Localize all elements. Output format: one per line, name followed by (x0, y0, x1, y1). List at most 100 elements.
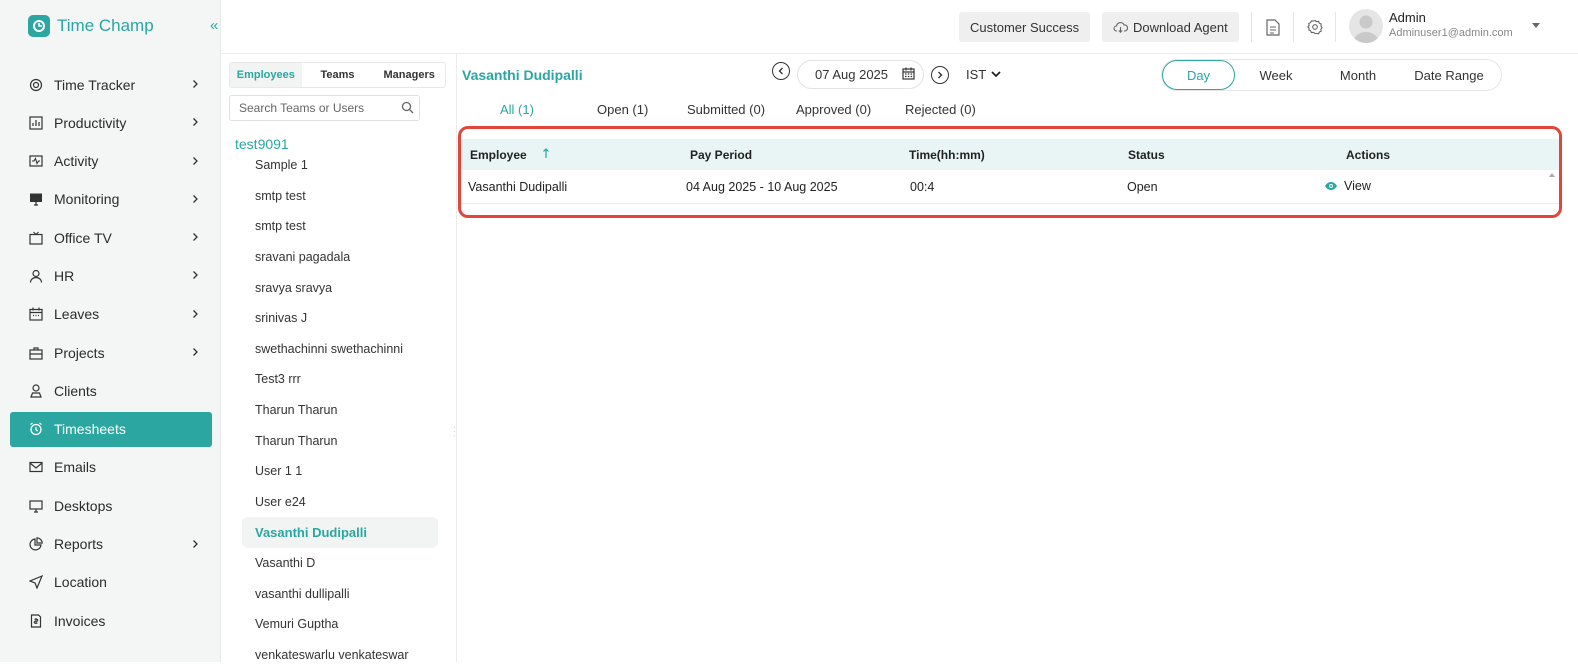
desktop-icon (29, 499, 43, 513)
list-item[interactable]: smtp test (242, 181, 438, 212)
column-header-time: Time(hh:mm) (909, 148, 985, 162)
range-month[interactable]: Month (1317, 60, 1399, 90)
mail-icon (29, 460, 43, 474)
sidebar-item-label: Reports (54, 536, 103, 552)
sidebar-item-productivity[interactable]: Productivity (10, 105, 212, 140)
user-email: Adminuser1@admin.com (1389, 27, 1513, 39)
list-item[interactable]: Test3 rrr (242, 364, 438, 395)
search-input[interactable] (229, 95, 420, 121)
chevron-right-icon (191, 538, 199, 550)
column-header-employee[interactable]: Employee (470, 148, 527, 162)
tab-employees[interactable]: Employees (230, 63, 302, 87)
list-item[interactable]: sravani pagadala (242, 242, 438, 273)
sidebar-item-projects[interactable]: Projects (10, 335, 212, 370)
table-row[interactable]: Vasanthi Dudipalli 04 Aug 2025 - 10 Aug … (461, 170, 1559, 204)
list-item[interactable]: Vasanthi D (242, 548, 438, 579)
sidebar-item-location[interactable]: Location (10, 565, 212, 600)
resize-handle[interactable]: ··· (453, 426, 457, 438)
list-item[interactable]: venkateswarlu venkateswar (242, 640, 438, 670)
list-item[interactable]: smtp test (242, 211, 438, 242)
list-item[interactable]: Sample 1 (242, 150, 438, 181)
alarm-icon (29, 422, 43, 436)
sidebar-item-label: Invoices (54, 613, 105, 629)
sidebar-item-clients[interactable]: Clients (10, 373, 212, 408)
customer-success-label: Customer Success (970, 20, 1079, 35)
page-title: Vasanthi Dudipalli (462, 67, 583, 83)
brand-logo[interactable]: Time Champ (28, 15, 154, 37)
collapse-sidebar-icon[interactable]: « (210, 17, 215, 34)
list-item[interactable]: User e24 (242, 487, 438, 518)
column-header-status: Status (1128, 148, 1165, 162)
scroll-up-icon[interactable] (1549, 173, 1555, 177)
employee-list: Sample 1smtp testsmtp testsravani pagada… (242, 150, 438, 670)
tab-teams[interactable]: Teams (302, 63, 374, 87)
time-tracker-icon (29, 78, 43, 92)
separator (1293, 12, 1294, 42)
sidebar-item-label: Activity (54, 153, 98, 169)
sidebar-item-leaves[interactable]: Leaves (10, 297, 212, 332)
chevron-right-icon (191, 193, 199, 205)
table-header: Employee Pay Period Time(hh:mm) Status A… (461, 139, 1559, 170)
next-date-button[interactable] (931, 66, 949, 84)
list-item[interactable]: swethachinni swethachinni (242, 334, 438, 365)
settings-gear-icon[interactable] (1302, 14, 1328, 40)
range-date-range[interactable]: Date Range (1399, 60, 1499, 90)
sidebar-item-timesheets[interactable]: Timesheets (10, 412, 212, 447)
sidebar-item-emails[interactable]: Emails (10, 450, 212, 485)
tab-open[interactable]: Open (1) (597, 102, 648, 117)
tab-managers[interactable]: Managers (373, 63, 445, 87)
sidebar-item-office-tv[interactable]: Office TV (10, 220, 212, 255)
sidebar-item-label: Time Tracker (54, 77, 135, 93)
tab-approved[interactable]: Approved (0) (796, 102, 871, 117)
download-agent-button[interactable]: Download Agent (1102, 12, 1239, 42)
sidebar-item-reports[interactable]: Reports (10, 527, 212, 562)
tab-all[interactable]: All (1) (500, 102, 534, 117)
cell-employee: Vasanthi Dudipalli (468, 180, 567, 194)
tab-submitted[interactable]: Submitted (0) (687, 102, 765, 117)
document-icon[interactable] (1260, 14, 1286, 40)
range-week[interactable]: Week (1235, 60, 1317, 90)
customer-success-button[interactable]: Customer Success (959, 12, 1090, 42)
sort-ascending-icon[interactable] (542, 147, 550, 159)
sidebar-item-label: Leaves (54, 306, 99, 322)
sidebar-item-hr[interactable]: HR (10, 258, 212, 293)
eye-icon (1324, 181, 1338, 191)
list-item[interactable]: User 1 1 (242, 456, 438, 487)
sidebar-item-monitoring[interactable]: Monitoring (10, 182, 212, 217)
cell-time: 00:4 (910, 180, 934, 194)
user-menu-caret-icon[interactable] (1532, 23, 1540, 28)
list-item[interactable]: Vasanthi Dudipalli (242, 517, 438, 548)
list-item[interactable]: Tharun Tharun (242, 395, 438, 426)
timezone-label: IST (966, 67, 986, 82)
list-item[interactable]: srinivas J (242, 303, 438, 334)
separator (1251, 12, 1252, 42)
sidebar-item-invoices[interactable]: Invoices (10, 603, 212, 638)
list-item[interactable]: Tharun Tharun (242, 425, 438, 456)
brand-name: Time Champ (57, 16, 154, 36)
list-item[interactable]: vasanthi dullipalli (242, 578, 438, 609)
range-day[interactable]: Day (1162, 60, 1235, 90)
view-label: View (1344, 179, 1371, 193)
tab-rejected[interactable]: Rejected (0) (905, 102, 976, 117)
timezone-dropdown[interactable]: IST (966, 67, 1001, 82)
sidebar-item-label: Projects (54, 345, 105, 361)
sidebar-item-desktops[interactable]: Desktops (10, 488, 212, 523)
column-header-actions: Actions (1346, 148, 1390, 162)
cell-pay-period: 04 Aug 2025 - 10 Aug 2025 (686, 180, 838, 194)
calendar-icon[interactable] (902, 67, 915, 80)
avatar[interactable] (1349, 9, 1383, 43)
panel-divider (456, 54, 457, 662)
list-item[interactable]: Vemuri Guptha (242, 609, 438, 640)
sidebar-item-label: HR (54, 268, 74, 284)
invoice-icon (29, 614, 43, 628)
sidebar-item-activity[interactable]: Activity (10, 144, 212, 179)
briefcase-icon (29, 346, 43, 360)
sidebar-item-time-tracker[interactable]: Time Tracker (10, 67, 212, 102)
sidebar-item-label: Location (54, 574, 107, 590)
view-button[interactable]: View (1324, 179, 1371, 193)
calendar-icon (29, 307, 43, 321)
range-selector: Day Week Month Date Range (1161, 59, 1502, 91)
previous-date-button[interactable] (772, 62, 790, 80)
date-navigation (772, 62, 790, 80)
list-item[interactable]: sravya sravya (242, 272, 438, 303)
